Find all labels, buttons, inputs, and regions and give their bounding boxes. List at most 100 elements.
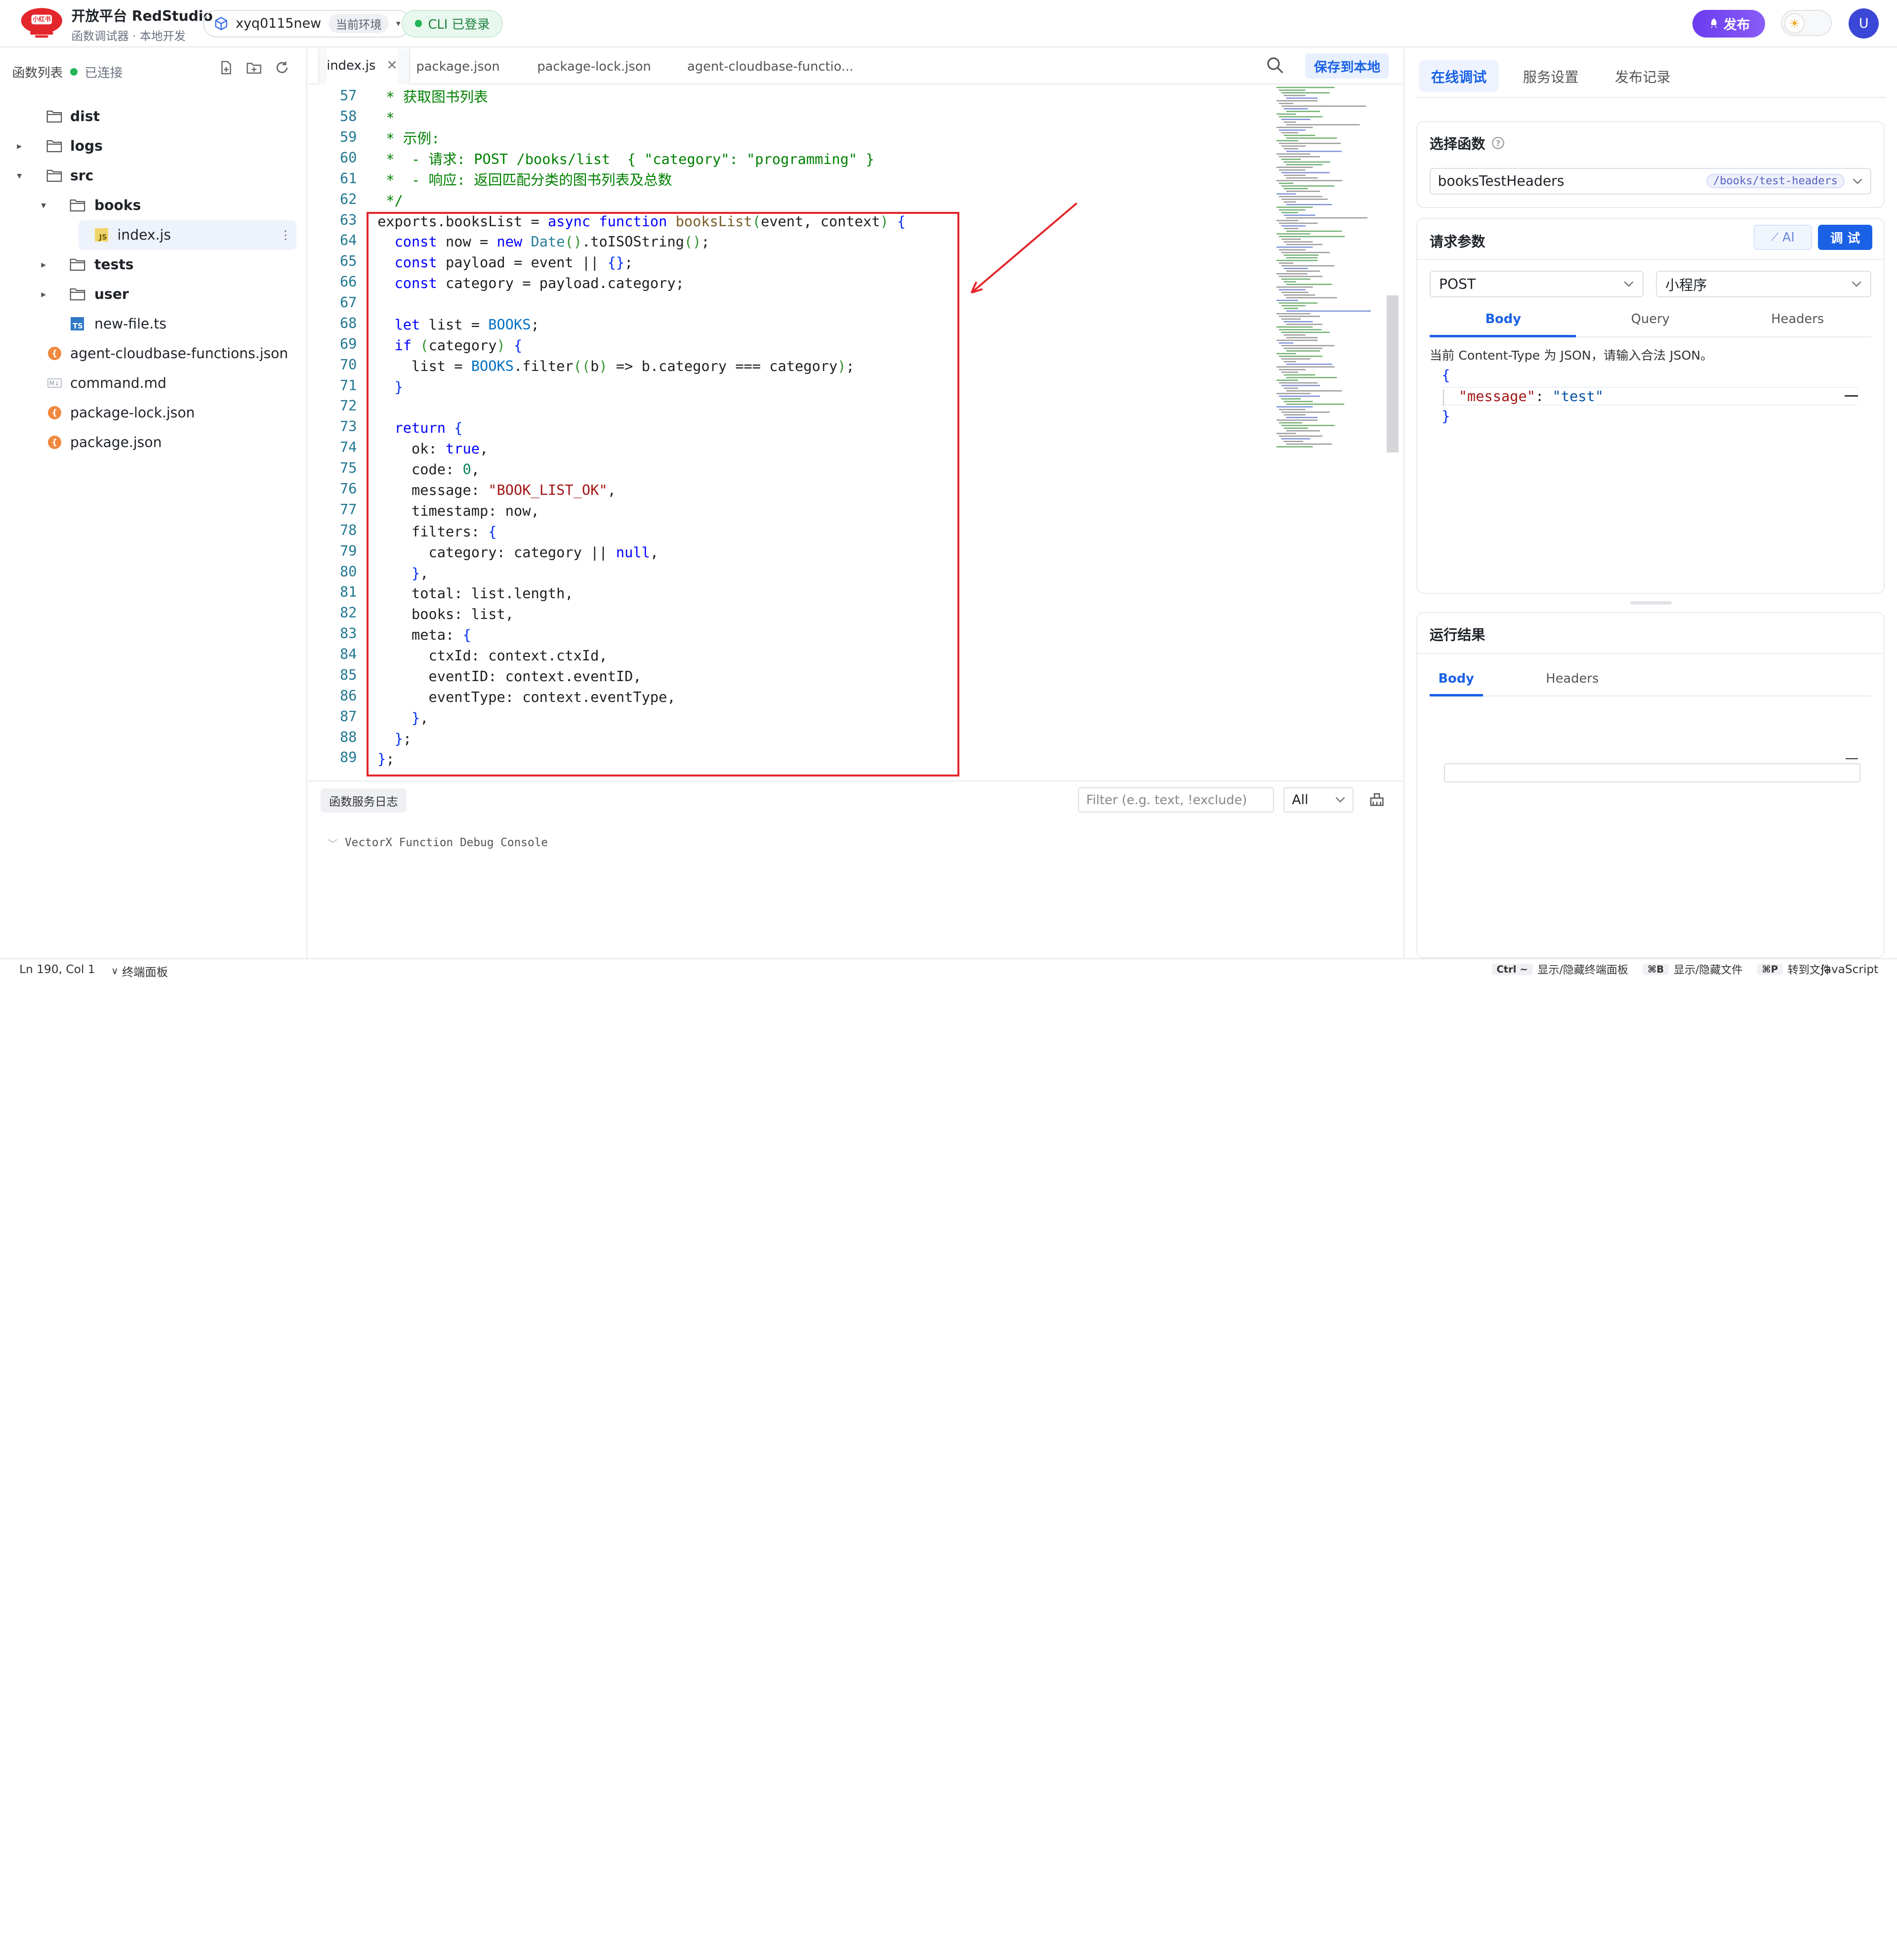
editor-tab[interactable]: index.js ✕	[327, 48, 398, 85]
refresh-icon[interactable]	[273, 59, 290, 76]
log-level-select[interactable]: All	[1283, 787, 1354, 813]
tree-item[interactable]: JS index.js ⋮	[79, 220, 296, 250]
minimap-line	[1283, 414, 1306, 416]
new-file-icon[interactable]	[218, 59, 235, 76]
console-panel: 函数服务日志 Filter (e.g. text, !exclude) All …	[308, 780, 1402, 958]
json-body-editor[interactable]: { "message": "test"}	[1442, 367, 1871, 439]
minimap-line	[1283, 214, 1316, 216]
tree-item[interactable]: ▸ logs	[0, 131, 306, 161]
minimap-line	[1276, 166, 1313, 168]
close-icon[interactable]: ✕	[386, 58, 398, 73]
theme-toggle[interactable]: ☀	[1780, 9, 1832, 37]
help-icon[interactable]: ?	[1491, 136, 1505, 150]
new-folder-icon[interactable]	[246, 59, 262, 76]
tree-item[interactable]: ▸ tests	[0, 250, 306, 280]
sub-tab[interactable]: Headers	[1524, 671, 1621, 686]
resize-handle[interactable]	[1630, 601, 1672, 605]
editor-tab[interactable]: package.json	[416, 48, 499, 84]
tree-item[interactable]: {agent-cloudbase-functions.json	[0, 339, 306, 368]
environment-selector[interactable]: xyq0115new 当前环境 ▾	[203, 9, 412, 38]
minimap-line	[1286, 177, 1318, 179]
minimap-line	[1286, 390, 1342, 392]
minimap[interactable]	[1274, 84, 1371, 472]
chevron-down-icon[interactable]: ▾	[13, 170, 25, 181]
json-line: {	[1442, 366, 1450, 383]
request-params-card: 请求参数 ⟋ AI 调 试 POST 小程序 Body Query Headers …	[1416, 217, 1885, 605]
publish-button[interactable]: 发布	[1692, 9, 1766, 38]
sidebar-header: 函数列表 已连接	[12, 63, 123, 81]
minimap-line	[1276, 379, 1298, 381]
tree-item-label: index.js	[117, 227, 171, 244]
editor-tab[interactable]: package-lock.json	[537, 48, 651, 84]
function-name: booksTestHeaders	[1438, 173, 1565, 190]
chevron-right-icon[interactable]: ▸	[13, 140, 25, 152]
minimap-line	[1278, 409, 1306, 410]
avatar[interactable]: U	[1849, 8, 1879, 39]
minimap-line	[1286, 430, 1320, 432]
search-icon[interactable]	[1266, 56, 1285, 75]
panel-tab[interactable]: 发布记录	[1603, 60, 1683, 92]
shortcut-hints: Ctrl ~ 显示/隐藏终端面板 ⌘B 显示/隐藏文件 ⌘P 转到文件	[1491, 961, 1831, 977]
minimap-line	[1286, 231, 1342, 232]
log-filter-input[interactable]: Filter (e.g. text, !exclude)	[1078, 787, 1274, 813]
chevron-right-icon[interactable]: ▸	[38, 259, 49, 270]
sub-tab[interactable]: Body	[1430, 312, 1577, 327]
editor-tab[interactable]: agent-cloudbase-functio...	[687, 48, 853, 84]
clear-console-icon[interactable]	[1368, 791, 1385, 808]
minimap-line	[1283, 148, 1298, 150]
tree-item[interactable]: {package-lock.json	[0, 398, 306, 428]
tree-item[interactable]: dist	[0, 102, 306, 131]
minimap-line	[1281, 265, 1335, 267]
minimap-line	[1276, 87, 1335, 88]
minimap-line	[1281, 279, 1311, 280]
shortcut-key: ⌘B	[1643, 963, 1669, 975]
sub-tab[interactable]: Headers	[1724, 312, 1871, 327]
terminal-toggle[interactable]: ∨ 终端面板	[111, 963, 168, 980]
redstudio-logo: 小红书	[19, 7, 64, 41]
minimap-line	[1281, 345, 1335, 347]
function-select[interactable]: booksTestHeaders /books/test-headers	[1429, 167, 1871, 195]
editor-tab-label: index.js	[327, 58, 376, 73]
function-log-tab[interactable]: 函数服务日志	[320, 788, 407, 813]
json-file-icon: {	[46, 435, 63, 449]
panel-tab[interactable]: 服务设置	[1511, 60, 1591, 92]
minimap-line	[1286, 97, 1318, 99]
svg-text:?: ?	[1496, 139, 1500, 148]
more-icon[interactable]: ⋮	[280, 228, 291, 242]
minimap-line	[1283, 348, 1322, 349]
method-select[interactable]: POST	[1429, 271, 1644, 297]
shortcut-hint: Ctrl ~ 显示/隐藏终端面板	[1491, 961, 1628, 977]
ai-button[interactable]: ⟋ AI	[1754, 225, 1812, 250]
tree-item[interactable]: ▾ books	[0, 191, 306, 220]
line-number: 69	[339, 335, 357, 352]
minimap-line	[1276, 313, 1311, 315]
method-value: POST	[1439, 276, 1476, 292]
line-number: 62	[339, 190, 357, 207]
tree-item[interactable]: ▾ src	[0, 161, 306, 191]
line-number: 75	[339, 459, 357, 477]
minimap-line	[1276, 433, 1296, 435]
client-select[interactable]: 小程序	[1655, 271, 1871, 297]
cube-icon	[215, 17, 227, 31]
chevron-down-icon: ∨	[111, 965, 119, 977]
minimap-line	[1283, 388, 1298, 389]
tree-item[interactable]: M↓ command.md	[0, 368, 306, 398]
chevron-down-icon[interactable]: ▾	[38, 200, 49, 211]
editor-scrollbar[interactable]	[1386, 295, 1399, 452]
sub-tab[interactable]: Query	[1577, 312, 1724, 327]
tree-item[interactable]: TS new-file.ts	[0, 309, 306, 339]
save-to-local-button[interactable]: 保存到本地	[1305, 53, 1389, 79]
minimap-line	[1281, 358, 1311, 360]
minimap-line	[1283, 108, 1308, 110]
sub-tab[interactable]: Body	[1430, 671, 1483, 686]
tree-item[interactable]: {package.json	[0, 428, 306, 457]
debug-run-button[interactable]: 调 试	[1817, 225, 1873, 250]
minimap-line	[1276, 286, 1313, 288]
panel-tab[interactable]: 在线调试	[1419, 60, 1499, 92]
markdown-file-icon: M↓	[46, 376, 63, 390]
tree-item[interactable]: ▸ user	[0, 280, 306, 309]
minimap-line	[1278, 276, 1322, 278]
param-tabs: Body Query Headers	[1429, 308, 1871, 337]
language-mode[interactable]: JavaScript	[1821, 963, 1879, 976]
chevron-right-icon[interactable]: ▸	[38, 288, 49, 300]
